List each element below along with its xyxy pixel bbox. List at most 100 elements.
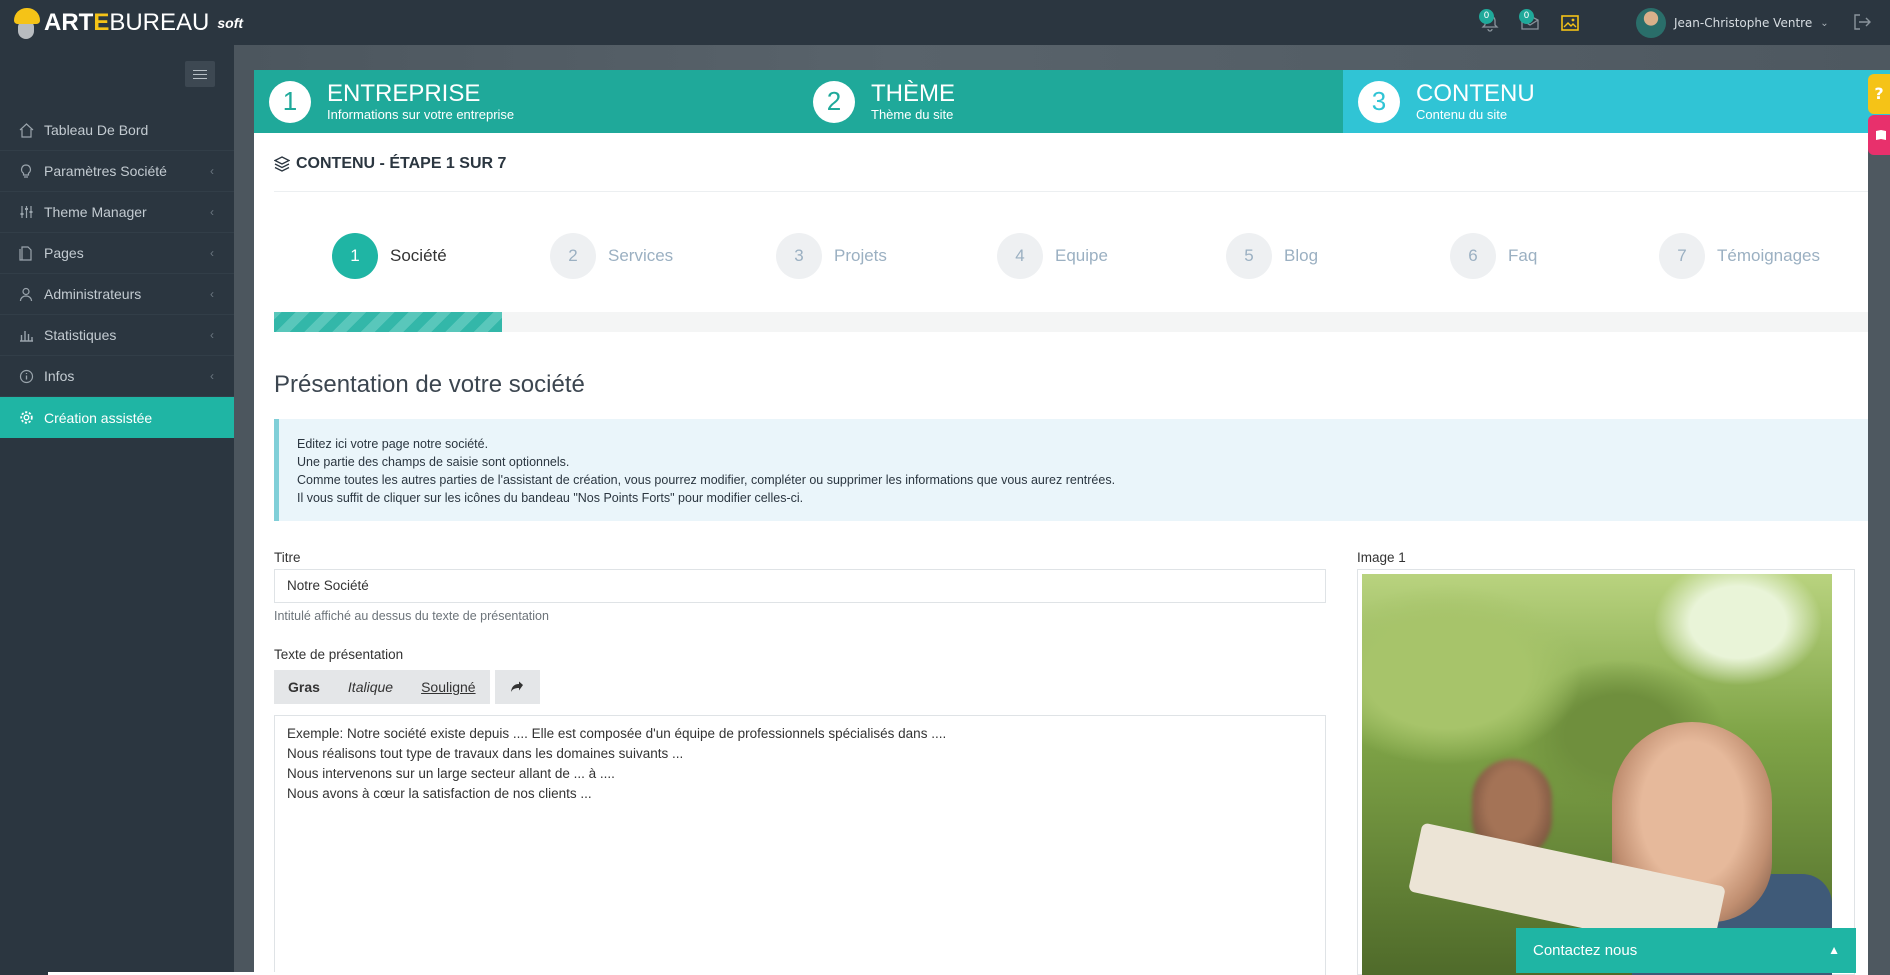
wizard-step-entreprise[interactable]: 1 ENTREPRISE Informations sur votre entr… xyxy=(254,70,798,133)
sliders-icon xyxy=(18,204,34,220)
logout-button[interactable] xyxy=(1852,12,1874,34)
divider xyxy=(274,191,1868,192)
content-card: CONTENU - ÉTAPE 1 SUR 7 1 Société 2 Serv… xyxy=(254,133,1868,975)
user-name: Jean-Christophe Ventre xyxy=(1674,16,1813,30)
wizard-step-number: 1 xyxy=(269,80,311,123)
chevron-up-icon: ▲ xyxy=(1828,943,1840,957)
logout-icon xyxy=(1854,14,1871,30)
substep-services[interactable]: 2 Services xyxy=(550,233,673,279)
sidebar-item-parametres-societe[interactable]: Paramètres Société ‹ xyxy=(0,151,234,192)
info-box: Editez ici votre page notre société. Une… xyxy=(274,419,1868,521)
chevron-left-icon: ‹ xyxy=(210,205,214,219)
sidebar-item-administrateurs[interactable]: Administrateurs ‹ xyxy=(0,274,234,315)
editor-toolbar: Gras Italique Souligné xyxy=(274,670,540,704)
substep-number: 2 xyxy=(550,233,596,279)
help-tab[interactable]: ? xyxy=(1868,74,1890,114)
wizard-step-subtitle: Contenu du site xyxy=(1416,107,1508,122)
contact-widget[interactable]: Contactez nous ▲ xyxy=(1516,928,1856,973)
wizard-step-title: THÈME xyxy=(871,80,955,107)
chevron-left-icon: ‹ xyxy=(210,246,214,260)
notifications-button[interactable]: 0 xyxy=(1470,0,1510,45)
images-button[interactable] xyxy=(1550,0,1590,45)
presentation-label: Texte de présentation xyxy=(274,647,404,662)
sidebar-item-pages[interactable]: Pages ‹ xyxy=(0,233,234,274)
wizard-step-theme[interactable]: 2 THÈME Thème du site xyxy=(798,70,1343,133)
card-title-text: CONTENU - ÉTAPE 1 SUR 7 xyxy=(296,155,507,172)
sidebar-item-label: Theme Manager xyxy=(44,204,147,220)
lightbulb-icon xyxy=(18,163,34,179)
user-menu[interactable]: Jean-Christophe Ventre ⌄ xyxy=(1636,8,1829,38)
image-icon xyxy=(1561,14,1579,31)
chevron-left-icon: ‹ xyxy=(210,164,214,178)
sidebar-item-label: Paramètres Société xyxy=(44,163,167,179)
substep-societe[interactable]: 1 Société xyxy=(332,233,447,279)
guide-tab[interactable] xyxy=(1868,115,1890,155)
image-upload[interactable] xyxy=(1357,569,1855,975)
wizard-step-subtitle: Thème du site xyxy=(871,107,954,122)
substeps: 1 Société 2 Services 3 Projets 4 Equipe … xyxy=(274,233,1868,283)
info-line: Comme toutes les autres parties de l'ass… xyxy=(297,473,1116,487)
info-line: Editez ici votre page notre société. xyxy=(297,437,489,451)
layers-icon xyxy=(274,156,290,172)
contact-label: Contactez nous xyxy=(1533,942,1638,959)
substep-blog[interactable]: 5 Blog xyxy=(1226,233,1318,279)
substep-number: 3 xyxy=(776,233,822,279)
substep-label: Projets xyxy=(834,246,887,265)
user-icon xyxy=(18,286,34,302)
substep-number: 1 xyxy=(332,233,378,279)
redo-button[interactable] xyxy=(494,670,540,704)
company-photo xyxy=(1362,574,1832,975)
sidebar-item-theme-manager[interactable]: Theme Manager ‹ xyxy=(0,192,234,233)
sidebar-item-statistiques[interactable]: Statistiques ‹ xyxy=(0,315,234,356)
wizard-step-contenu[interactable]: 3 CONTENU Contenu du site xyxy=(1343,70,1890,133)
logo[interactable]: ART E BUREAU soft xyxy=(12,4,243,42)
substep-label: Equipe xyxy=(1055,246,1108,265)
sidebar-nav: Tableau De Bord Paramètres Société ‹ The… xyxy=(0,110,234,438)
substep-number: 4 xyxy=(997,233,1043,279)
substep-projets[interactable]: 3 Projets xyxy=(776,233,887,279)
menu-toggle-button[interactable] xyxy=(185,61,215,87)
substep-label: Société xyxy=(390,246,447,265)
underline-button[interactable]: Souligné xyxy=(407,670,490,704)
pages-icon xyxy=(18,245,34,261)
info-line: Une partie des champs de saisie sont opt… xyxy=(297,455,570,469)
substep-label: Témoignages xyxy=(1717,246,1821,265)
sidebar-item-creation-assistee[interactable]: Création assistée xyxy=(0,397,234,438)
title-label: Titre xyxy=(274,550,301,565)
sidebar-item-label: Pages xyxy=(44,245,84,261)
textarea-line: Exemple: Notre société existe depuis ...… xyxy=(287,726,947,741)
card-title: CONTENU - ÉTAPE 1 SUR 7 xyxy=(274,155,506,173)
italic-button[interactable]: Italique xyxy=(334,670,407,704)
notifications-badge: 0 xyxy=(1479,9,1494,24)
substep-faq[interactable]: 6 Faq xyxy=(1450,233,1537,279)
book-icon xyxy=(1876,130,1886,140)
info-line: Il vous suffit de cliquer sur les icônes… xyxy=(297,491,804,505)
substep-number: 6 xyxy=(1450,233,1496,279)
section-title: Présentation de votre société xyxy=(274,371,585,398)
wizard-step-title: CONTENU xyxy=(1416,80,1535,107)
sidebar-item-tableau-de-bord[interactable]: Tableau De Bord xyxy=(0,110,234,151)
textarea-line: Nous réalisons tout type de travaux dans… xyxy=(287,746,684,761)
chevron-left-icon: ‹ xyxy=(210,369,214,383)
sidebar-item-label: Infos xyxy=(44,368,75,384)
bold-button[interactable]: Gras xyxy=(274,670,334,704)
substep-number: 7 xyxy=(1659,233,1705,279)
substep-label: Services xyxy=(608,246,674,265)
gear-icon xyxy=(18,410,34,426)
chevron-left-icon: ‹ xyxy=(210,287,214,301)
logo-suffix: soft xyxy=(217,15,244,31)
textarea-line: Nous intervenons sur un large secteur al… xyxy=(287,766,615,781)
sidebar-item-infos[interactable]: Infos ‹ xyxy=(0,356,234,397)
wizard-step-number: 3 xyxy=(1358,80,1400,123)
substep-label: Blog xyxy=(1284,246,1319,265)
home-icon xyxy=(18,122,34,138)
chevron-down-icon: ⌄ xyxy=(1820,17,1829,29)
substep-number: 5 xyxy=(1226,233,1272,279)
substep-label: Faq xyxy=(1508,246,1538,265)
title-input[interactable]: Notre Société xyxy=(274,569,1326,603)
substep-equipe[interactable]: 4 Equipe xyxy=(997,233,1108,279)
title-help-text: Intitulé affiché au dessus du texte de p… xyxy=(274,609,549,623)
messages-button[interactable]: 0 xyxy=(1510,0,1550,45)
substep-temoignages[interactable]: 7 Témoignages xyxy=(1659,233,1820,279)
presentation-textarea[interactable]: Exemple: Notre société existe depuis ...… xyxy=(274,715,1326,975)
